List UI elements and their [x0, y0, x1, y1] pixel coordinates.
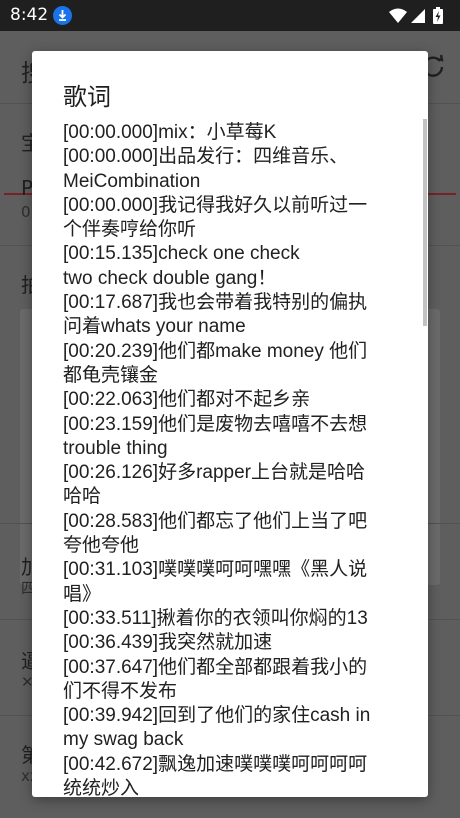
lyric-line: 夸他夸他 [63, 535, 140, 557]
lyric-line: 个伴奏哼给你听 [63, 219, 197, 241]
lyric-line: 们不得不发布 [63, 680, 178, 702]
lyric-line: [00:36.439]我突然就加速 [63, 632, 273, 654]
lyric-line: MeiCombination [63, 170, 201, 192]
list-item-subtitle: 0 [21, 203, 31, 221]
status-icons [388, 6, 450, 26]
lyrics-dialog: 歌词 [00:00.000]mix：小草莓K [00:00.000]出品发行：四维… [32, 51, 428, 797]
lyric-line: [00:20.239]他们都make money 他们 [63, 340, 368, 362]
lyric-line: 唱》 [63, 583, 102, 605]
lyric-line: two check double gang！ [63, 267, 277, 289]
lyric-line: [00:00.000]mix：小草莓K [63, 122, 277, 143]
dialog-title: 歌词 [63, 83, 111, 111]
lyrics-scroll-area[interactable]: [00:00.000]mix：小草莓K [00:00.000]出品发行：四维音乐、… [63, 121, 399, 797]
lyric-line: trouble thing [63, 437, 168, 459]
lyric-line: 问着whats your name [63, 316, 246, 338]
lyric-line: [00:17.687]我也会带着我特别的偏执 [63, 292, 368, 314]
lyric-line: [00:00.000]我记得我好久以前听过一 [63, 194, 368, 216]
lyric-line: [00:28.583]他们都忘了他们上当了吧 [63, 510, 368, 532]
wifi-icon [389, 8, 407, 23]
lyric-line: [00:39.942]回到了他们的家住cash in [63, 705, 371, 727]
lyric-line: [00:22.063]他们都对不起乡亲 [63, 389, 311, 411]
battery-charging-icon [433, 7, 443, 24]
lyric-line: [00:31.103]噗噗噗呵呵嘿嘿《黑人说 [63, 559, 368, 581]
status-time: 8:42 [10, 5, 49, 25]
scrollbar[interactable] [423, 119, 427, 326]
lyric-line: [00:15.135]check one check [63, 243, 300, 265]
lyric-line: 哈哈 [63, 486, 102, 508]
lyric-line: [00:42.672]飘逸加速噗噗噗呵呵呵呵 [63, 753, 368, 775]
lyric-line: my swag back [63, 729, 184, 751]
status-bar: 8:42 [0, 0, 460, 31]
lyric-line: [00:00.000]出品发行：四维音乐、 [63, 146, 349, 168]
lyric-line: [00:23.159]他们是废物去嘻嘻不去想 [63, 413, 368, 435]
download-arrow-icon [53, 6, 72, 25]
lyric-line: [00:37.647]他们都全部都跟着我小的 [63, 656, 368, 678]
lyric-line: [00:26.126]好多rapper上台就是哈哈 [63, 462, 366, 484]
lyric-line: 统统炒入 [63, 778, 140, 797]
lyric-line: 都龟壳镶金 [63, 364, 159, 386]
signal-icon [411, 9, 425, 23]
lyric-line: [00:33.511]揪着你的衣领叫你焖的13 [63, 607, 368, 629]
